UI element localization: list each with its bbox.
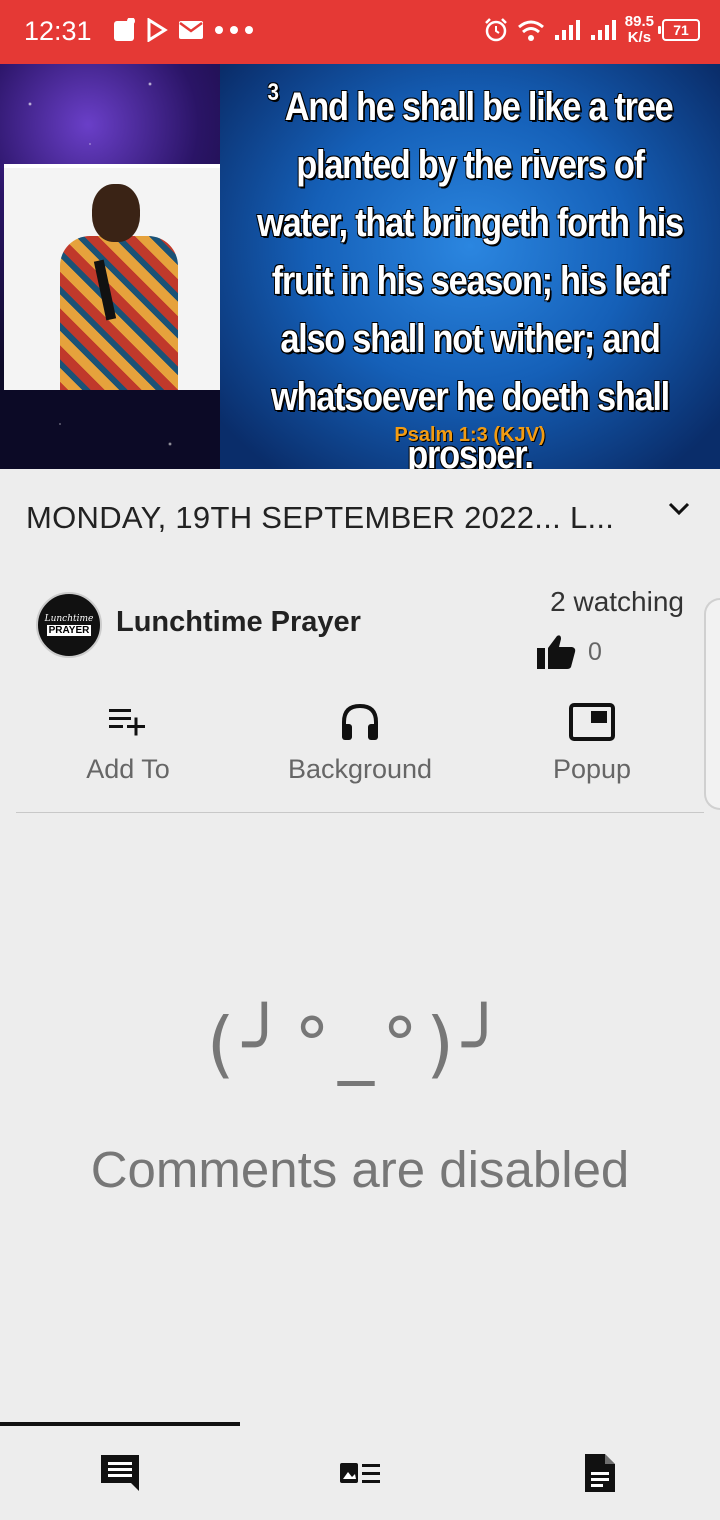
video-title-row[interactable]: MONDAY, 19TH SEPTEMBER 2022... L... (0, 470, 720, 566)
channel-avatar[interactable]: Lunchtime PRAYER (36, 592, 102, 658)
avatar-line1: Lunchtime (44, 614, 94, 624)
likes: 0 (536, 634, 602, 670)
background-button[interactable]: Background (240, 700, 480, 785)
network-speed-unit: K/s (627, 29, 652, 46)
action-bar: Add To Background Popup (0, 700, 720, 800)
mail-icon (179, 21, 203, 39)
video-player[interactable]: 3 And he shall be like a tree planted by… (0, 64, 720, 469)
battery-icon: 71 (658, 19, 700, 41)
alarm-icon (484, 18, 507, 42)
empty-state-kaomoji: (╯°_°)╯ (206, 1002, 514, 1086)
channel-name[interactable]: Lunchtime Prayer (116, 606, 361, 639)
more-dots-icon (215, 26, 253, 34)
playlist-add-icon (109, 709, 145, 736)
watching-count: 2 watching (550, 586, 684, 617)
speaker-image (4, 164, 220, 390)
signal-icon-2 (590, 20, 616, 40)
signal-icon-1 (554, 20, 580, 40)
status-bar: 12:31 89.5 K/s 71 (0, 0, 720, 64)
like-count: 0 (588, 637, 602, 666)
verse-slide: 3 And he shall be like a tree planted by… (220, 64, 720, 469)
chevron-down-icon[interactable] (668, 502, 690, 516)
verse-number: 3 (267, 79, 279, 106)
wifi-icon (517, 20, 544, 41)
thumbs-up-icon (537, 635, 576, 669)
tab-related-items[interactable] (240, 1426, 480, 1520)
comments-disabled-message: Comments are disabled (90, 1141, 630, 1198)
divider (16, 812, 704, 813)
status-time: 12:31 (24, 16, 92, 46)
popup-button[interactable]: Popup (472, 700, 712, 785)
channel-row: Lunchtime PRAYER Lunchtime Prayer 2 watc… (0, 578, 720, 678)
background-label: Background (287, 754, 433, 784)
verse-text-block: 3 And he shall be like a tree planted by… (255, 78, 685, 469)
notification-app-icon (114, 18, 135, 41)
popup-label: Popup (552, 754, 632, 784)
related-items-icon (340, 1463, 380, 1483)
verse-reference: Psalm 1:3 (KJV) (394, 424, 546, 446)
comment-icon (101, 1455, 139, 1491)
verse-text: And he shall be like a tree planted by t… (257, 85, 684, 469)
add-to-label: Add To (86, 754, 170, 784)
network-speed: 89.5 K/s (625, 14, 654, 46)
video-background-left (0, 64, 220, 469)
play-store-icon (147, 18, 168, 42)
tab-comments[interactable] (0, 1426, 240, 1520)
video-title: MONDAY, 19TH SEPTEMBER 2022... L... (26, 500, 615, 535)
headphones-icon (342, 703, 378, 740)
system-icons: 89.5 K/s 71 (483, 14, 700, 46)
add-to-button[interactable]: Add To (8, 700, 248, 785)
bottom-tab-bar (0, 1426, 720, 1520)
tab-description[interactable] (480, 1426, 720, 1520)
notification-icons (112, 18, 254, 42)
picture-in-picture-icon (569, 703, 615, 741)
avatar-line2: PRAYER (46, 625, 92, 636)
description-icon (585, 1454, 615, 1492)
network-speed-value: 89.5 (624, 13, 654, 30)
